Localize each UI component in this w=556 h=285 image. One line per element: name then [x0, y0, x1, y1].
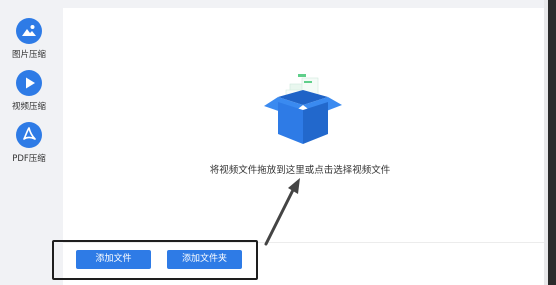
sidebar-item-video-compress[interactable]: 视频压缩: [0, 70, 58, 112]
annotation-arrow-icon: [264, 178, 300, 246]
add-folder-button[interactable]: 添加文件夹: [167, 250, 242, 269]
window-edge-inner: [544, 0, 548, 285]
play-icon: [16, 70, 42, 96]
sidebar-item-label: PDF压缩: [12, 154, 46, 164]
sidebar-item-label: 图片压缩: [11, 50, 46, 60]
image-icon: [16, 18, 42, 44]
add-file-button[interactable]: 添加文件: [76, 250, 151, 269]
pdf-icon: [16, 122, 42, 148]
sidebar: 图片压缩 视频压缩 PDF压缩: [0, 0, 58, 285]
sidebar-item-label: 视频压缩: [11, 102, 46, 112]
sidebar-item-image-compress[interactable]: 图片压缩: [0, 18, 58, 60]
drop-hint-text: 将视频文件拖放到这里或点击选择视频文件: [209, 165, 391, 176]
open-box-icon: [264, 74, 342, 144]
sidebar-item-pdf-compress[interactable]: PDF压缩: [0, 122, 58, 164]
